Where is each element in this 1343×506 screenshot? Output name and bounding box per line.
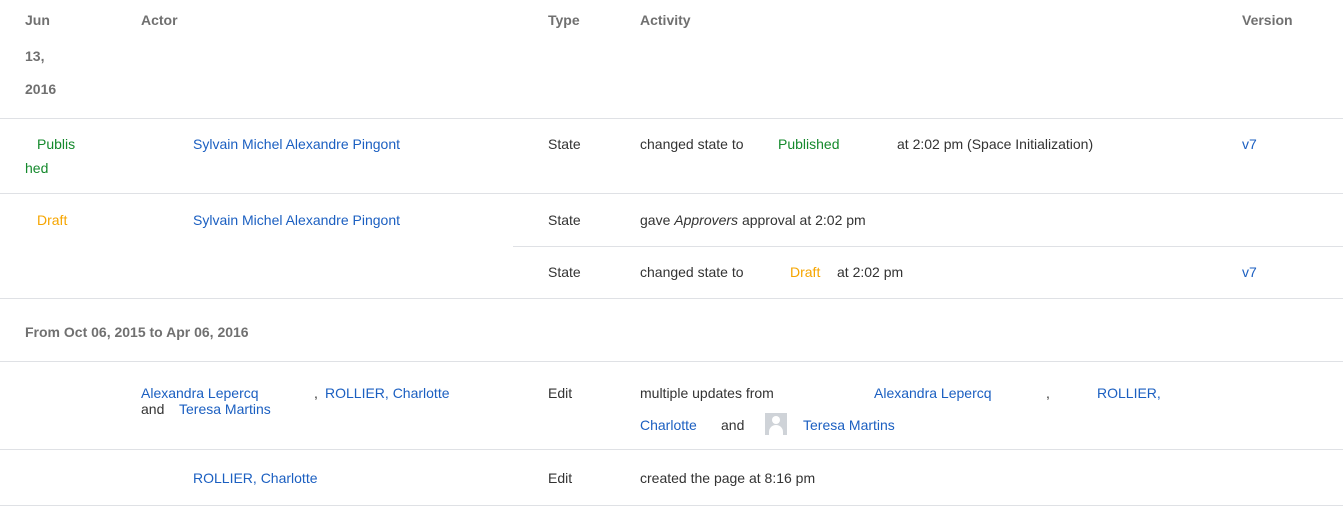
divider <box>0 449 1343 450</box>
type-cell: State <box>548 212 581 228</box>
activity-user-link[interactable]: Alexandra Lepercq <box>874 383 992 403</box>
activity-user-link[interactable]: ROLLIER, <box>1097 383 1161 403</box>
date-header-line2: 13, <box>25 48 45 64</box>
type-cell: Edit <box>548 385 573 401</box>
activity-suffix: approval at 2:02 pm <box>741 212 866 228</box>
type-cell: State <box>548 264 581 280</box>
actor-link[interactable]: Teresa Martins <box>179 399 271 419</box>
activity-emphasis: Approvers <box>674 212 739 228</box>
actor-link[interactable]: ROLLIER, Charlotte <box>193 468 318 488</box>
activity-user-link[interactable]: Charlotte <box>640 415 697 435</box>
activity-text: multiple updates from <box>640 385 774 401</box>
user-avatar-icon[interactable] <box>765 413 787 435</box>
activity-text: gave Approvers approval at 2:02 pm <box>640 210 866 230</box>
actor-link[interactable]: Sylvain Michel Alexandre Pingont <box>193 134 400 154</box>
actor-link[interactable]: ROLLIER, Charlotte <box>325 383 450 403</box>
state-label-published: Publis <box>37 136 76 152</box>
date-header-line3: 2016 <box>25 81 57 97</box>
actor-link[interactable]: Sylvain Michel Alexandre Pingont <box>193 210 400 230</box>
version-column-header: Version <box>1242 12 1293 28</box>
divider <box>0 298 1343 299</box>
activity-text: created the page at 8:16 pm <box>640 470 816 486</box>
avatar-head <box>772 416 780 424</box>
type-cell: Edit <box>548 470 573 486</box>
version-link[interactable]: v7 <box>1242 134 1257 154</box>
activity-text-suffix: at 2:02 pm (Space Initialization) <box>897 136 1094 152</box>
version-link[interactable]: v7 <box>1242 262 1257 282</box>
activity-user-link[interactable]: Teresa Martins <box>803 415 895 435</box>
period-header: From Oct 06, 2015 to Apr 06, 2016 <box>25 324 249 340</box>
activity-state-published: Published <box>778 136 840 152</box>
activity-text-suffix: at 2:02 pm <box>837 264 904 280</box>
activity-separator: , <box>1046 385 1050 401</box>
type-cell: State <box>548 136 581 152</box>
state-label-draft: Draft <box>37 212 68 228</box>
divider <box>0 193 1343 194</box>
activity-and: and <box>721 417 745 433</box>
date-header-line1: Jun <box>25 12 50 28</box>
state-label-published-cont: hed <box>25 160 49 176</box>
divider <box>0 118 1343 119</box>
divider <box>0 361 1343 362</box>
actor-and: and <box>141 401 165 417</box>
activity-text: changed state to <box>640 136 744 152</box>
actor-separator: , <box>314 385 318 401</box>
activity-state-draft: Draft <box>790 264 821 280</box>
divider <box>513 246 1343 247</box>
activity-text: changed state to <box>640 264 744 280</box>
actor-column-header: Actor <box>141 12 178 28</box>
type-column-header: Type <box>548 12 580 28</box>
activity-prefix: gave <box>640 212 671 228</box>
activity-column-header: Activity <box>640 12 691 28</box>
avatar-body <box>769 425 783 435</box>
